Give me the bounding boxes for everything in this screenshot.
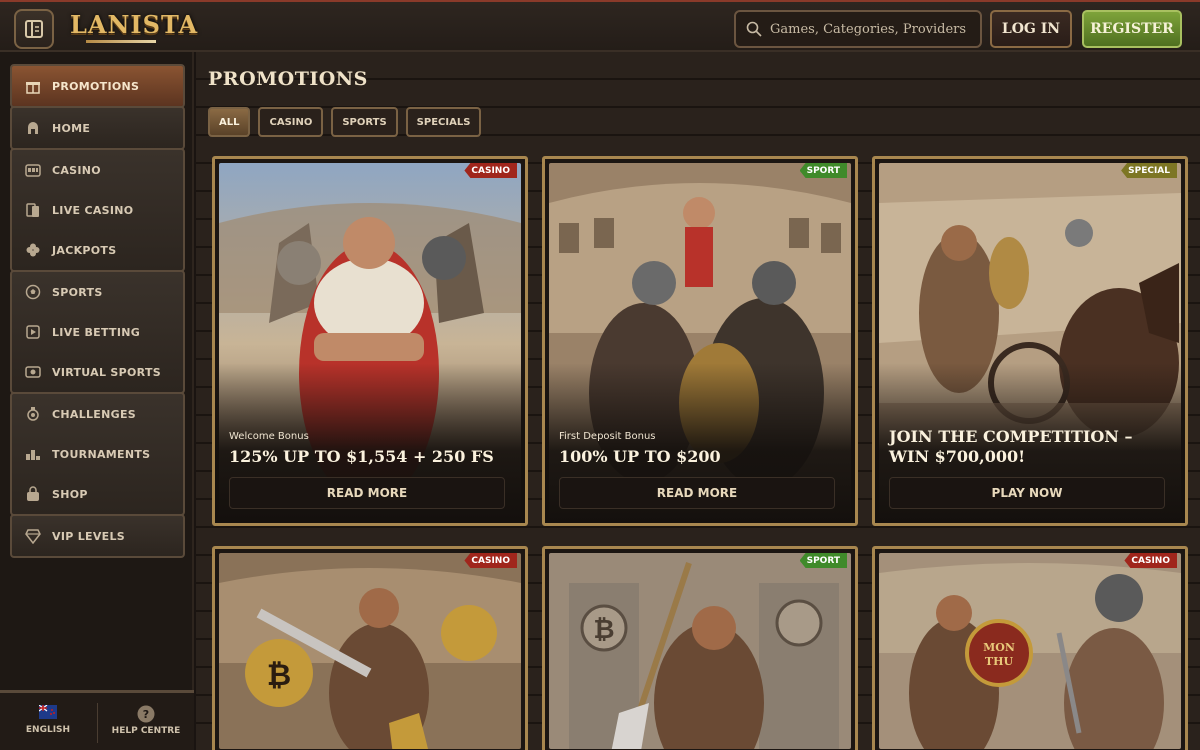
category-badge: SPECIAL: [1121, 163, 1177, 178]
sidebar-item-promotions[interactable]: PROMOTIONS: [12, 66, 183, 106]
sidebar-item-label: CHALLENGES: [52, 407, 136, 421]
filter-sports[interactable]: SPORTS: [331, 107, 398, 137]
category-badge: CASINO: [1124, 553, 1177, 568]
register-button[interactable]: REGISTER: [1082, 10, 1182, 48]
nav-group-promotions: PROMOTIONS: [10, 64, 185, 108]
category-badge: CASINO: [464, 163, 517, 178]
read-more-button[interactable]: READ MORE: [229, 477, 505, 509]
sidebar-footer: ENGLISH ? HELP CENTRE: [0, 690, 194, 750]
promo-artwork: MON THU: [879, 553, 1181, 749]
nav-group-casino: CASINO LIVE CASINO JACKPOTS: [10, 148, 185, 272]
sidebar-item-label: HOME: [52, 121, 91, 135]
sidebar-item-vip-levels[interactable]: VIP LEVELS: [12, 516, 183, 556]
svg-text:THU: THU: [985, 655, 1014, 668]
nav-group-sports: SPORTS LIVE BETTING VIRTUAL SPORTS: [10, 270, 185, 394]
category-badge: CASINO: [464, 553, 517, 568]
sidebar-item-shop[interactable]: SHOP: [12, 474, 183, 514]
sidebar-item-label: LIVE CASINO: [52, 203, 134, 217]
virtual-sports-icon: [24, 363, 42, 381]
promo-artwork: ₿: [219, 553, 521, 749]
sidebar-item-jackpots[interactable]: JACKPOTS: [12, 230, 183, 270]
read-more-button[interactable]: READ MORE: [559, 477, 835, 509]
category-badge: SPORT: [799, 553, 847, 568]
diamond-icon: [24, 527, 42, 545]
promo-title: 100% UP TO $200: [559, 447, 721, 466]
filter-all[interactable]: ALL: [208, 107, 251, 137]
promo-card[interactable]: MON THU CASINO: [872, 546, 1188, 750]
promo-subtitle: Welcome Bonus: [229, 431, 309, 442]
filter-specials[interactable]: SPECIALS: [405, 107, 482, 137]
sidebar-item-label: TOURNAMENTS: [52, 447, 151, 461]
svg-text:MON: MON: [983, 641, 1015, 654]
nav-group-vip: VIP LEVELS: [10, 514, 185, 558]
promo-card[interactable]: CASINO Welcome Bonus 125% UP TO $1,554 +…: [212, 156, 528, 526]
sidebar-item-label: SPORTS: [52, 285, 103, 299]
promo-artwork: ₿: [549, 553, 851, 749]
filter-tabs: ALL CASINO SPORTS SPECIALS: [208, 107, 482, 137]
filter-casino[interactable]: CASINO: [258, 107, 324, 137]
language-label: ENGLISH: [25, 725, 71, 735]
sidebar: PROMOTIONS HOME CASINO LIVE CASINO JACKP…: [0, 52, 194, 750]
medal-icon: [24, 405, 42, 423]
sidebar-item-live-betting[interactable]: LIVE BETTING: [12, 312, 183, 352]
sidebar-item-live-casino[interactable]: LIVE CASINO: [12, 190, 183, 230]
podium-icon: [24, 445, 42, 463]
sidebar-item-label: JACKPOTS: [52, 243, 117, 257]
svg-text:₿: ₿: [267, 658, 291, 693]
search-icon: [746, 21, 762, 37]
site-logo[interactable]: LANISTA: [70, 10, 198, 39]
category-badge: SPORT: [799, 163, 847, 178]
main-content: PROMOTIONS ALL CASINO SPORTS SPECIALS CA…: [196, 52, 1200, 750]
sidebar-item-tournaments[interactable]: TOURNAMENTS: [12, 434, 183, 474]
sidebar-item-home[interactable]: HOME: [12, 108, 183, 148]
bag-icon: [24, 485, 42, 503]
ball-icon: [24, 283, 42, 301]
nav-group-engagement: CHALLENGES TOURNAMENTS SHOP: [10, 392, 185, 516]
sidebar-item-label: VIRTUAL SPORTS: [52, 365, 161, 379]
svg-text:?: ?: [143, 708, 149, 721]
svg-text:₿: ₿: [593, 615, 614, 645]
language-selector[interactable]: ENGLISH: [0, 705, 96, 735]
gift-icon: [24, 77, 42, 95]
helmet-icon: [24, 119, 42, 137]
sidebar-item-challenges[interactable]: CHALLENGES: [12, 394, 183, 434]
promo-card[interactable]: SPORT First Deposit Bonus 100% UP TO $20…: [542, 156, 858, 526]
promo-card[interactable]: SPECIAL JOIN THE COMPETITION – WIN $700,…: [872, 156, 1188, 526]
sidebar-item-sports[interactable]: SPORTS: [12, 272, 183, 312]
sidebar-item-label: VIP LEVELS: [52, 529, 125, 543]
sidebar-toggle-button[interactable]: [14, 9, 54, 49]
slot-machine-icon: [24, 161, 42, 179]
promo-card[interactable]: ₿ SPORT: [542, 546, 858, 750]
page-title: PROMOTIONS: [208, 68, 368, 90]
sidebar-item-casino[interactable]: CASINO: [12, 150, 183, 190]
top-header: LANISTA LOG IN REGISTER: [0, 0, 1200, 52]
sidebar-item-label: LIVE BETTING: [52, 325, 141, 339]
help-icon: ?: [137, 705, 155, 723]
help-label: HELP CENTRE: [111, 726, 181, 736]
live-betting-icon: [24, 323, 42, 341]
nav-group-home: HOME: [10, 106, 185, 150]
sidebar-item-virtual-sports[interactable]: VIRTUAL SPORTS: [12, 352, 183, 392]
promo-title: 125% UP TO $1,554 + 250 FS: [229, 447, 494, 466]
logo-sword-icon: [86, 40, 156, 43]
sidebar-item-label: CASINO: [52, 163, 101, 177]
promo-title: JOIN THE COMPETITION – WIN $700,000!: [889, 427, 1133, 466]
clover-icon: [24, 241, 42, 259]
flag-nz-icon: [39, 705, 57, 719]
promo-card[interactable]: ₿ CASINO: [212, 546, 528, 750]
play-now-button[interactable]: PLAY NOW: [889, 477, 1165, 509]
search-input[interactable]: [770, 21, 980, 37]
sidebar-item-label: SHOP: [52, 487, 88, 501]
help-centre-link[interactable]: ? HELP CENTRE: [98, 705, 194, 736]
login-button[interactable]: LOG IN: [990, 10, 1072, 48]
search-box[interactable]: [734, 10, 982, 48]
sidebar-item-label: PROMOTIONS: [52, 79, 140, 93]
cards-icon: [24, 201, 42, 219]
menu-icon: [25, 20, 43, 38]
promo-subtitle: First Deposit Bonus: [559, 431, 656, 442]
